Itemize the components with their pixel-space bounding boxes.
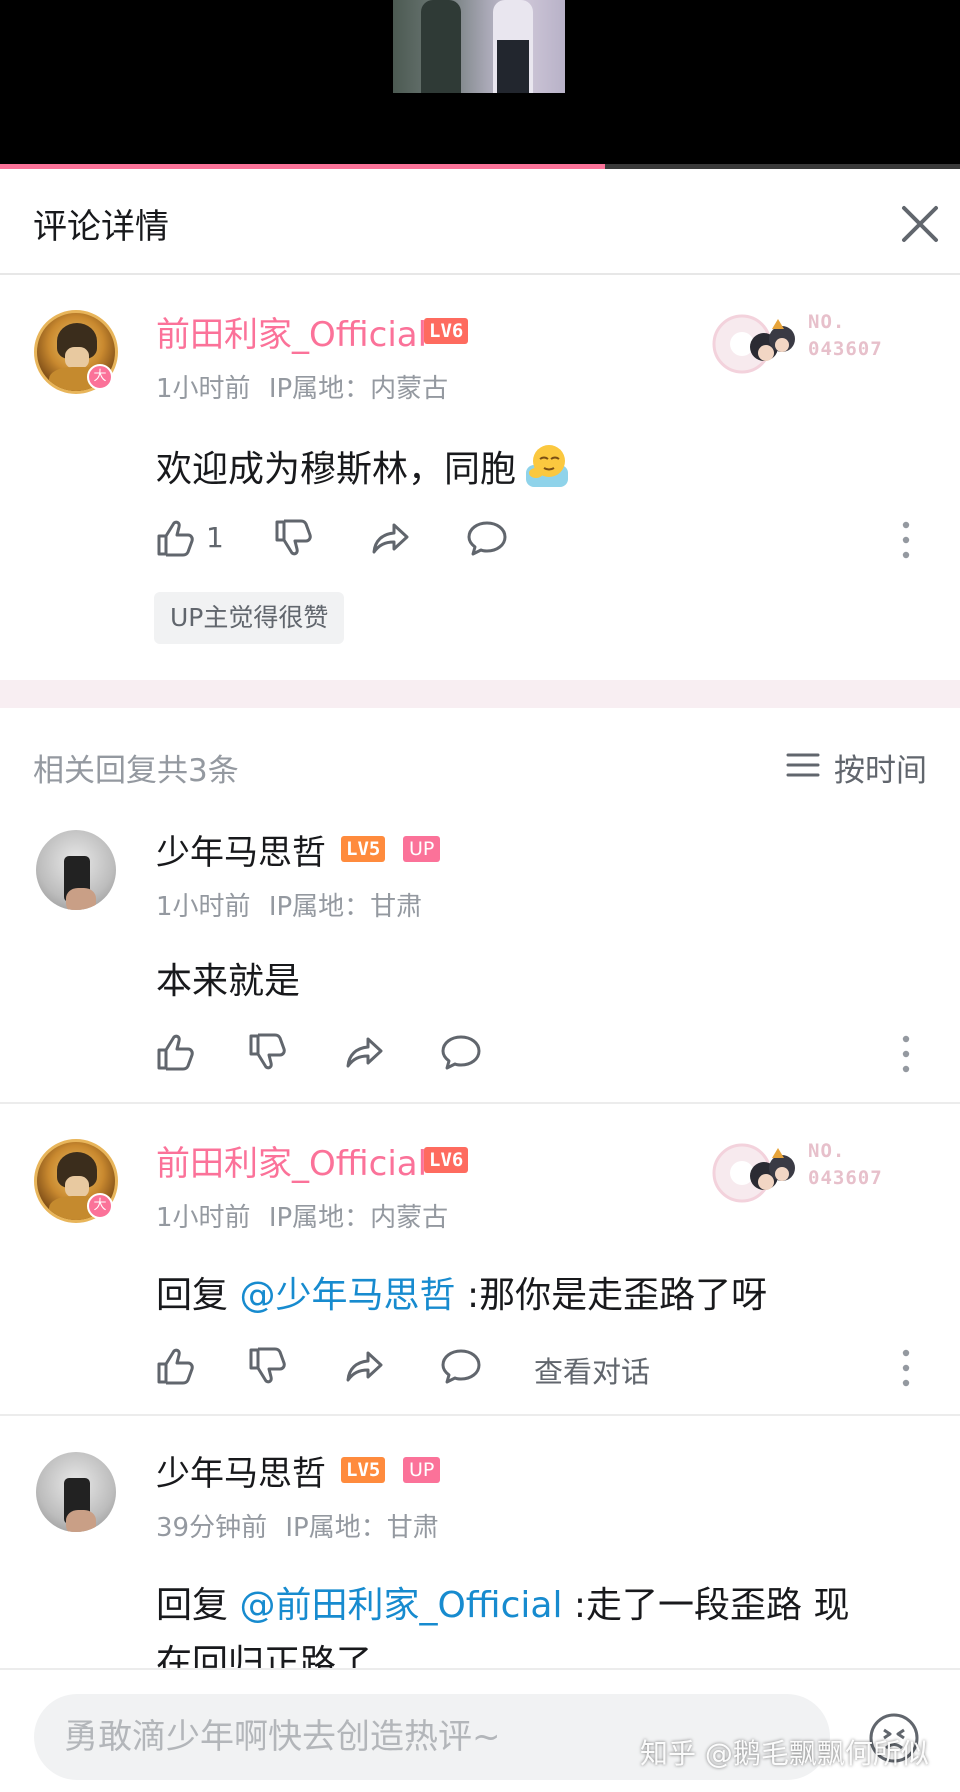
comment-icon bbox=[441, 1349, 481, 1384]
thumbs-down-icon bbox=[249, 1347, 286, 1384]
level-badge: LV5 bbox=[341, 1457, 386, 1483]
fan-number: NO. 043607 bbox=[808, 1138, 883, 1192]
share-icon bbox=[346, 1037, 383, 1068]
vip-badge: 大 bbox=[87, 364, 113, 390]
reply-item: 大 前田利家_Official LV6 1小时前 IP属地：内蒙古 NO. 04… bbox=[0, 1104, 960, 1414]
share-button[interactable] bbox=[344, 1345, 386, 1391]
comment-time: 1小时前 bbox=[156, 1203, 251, 1233]
comment-actions: 查看对话 bbox=[154, 1345, 674, 1391]
close-icon[interactable] bbox=[898, 202, 942, 246]
page-title: 评论详情 bbox=[33, 207, 169, 247]
ip-label: IP属地： bbox=[268, 892, 371, 922]
username[interactable]: 少年马思哲 bbox=[156, 825, 326, 874]
ip-location: 甘肃 bbox=[370, 892, 423, 922]
reply-item: 少年马思哲 LV5 UP 39分钟前 IP属地：甘肃 回复 @前田利家_Offi… bbox=[0, 1416, 960, 1668]
comment-detail-header: 评论详情 bbox=[0, 169, 960, 275]
video-player[interactable] bbox=[0, 0, 960, 169]
mention-link[interactable]: @少年马思哲 bbox=[239, 1275, 455, 1316]
share-button[interactable] bbox=[344, 1031, 386, 1077]
fan-number-value: 043607 bbox=[808, 338, 883, 360]
comment-text: 回复 @前田利家_Official :走了一段歪路 现 bbox=[156, 1576, 850, 1628]
comment-text-content: :走了一段歪路 现 bbox=[573, 1585, 850, 1626]
more-vertical-icon[interactable] bbox=[896, 1031, 916, 1077]
dislike-button[interactable] bbox=[246, 1345, 288, 1391]
comment-time: 1小时前 bbox=[156, 892, 251, 922]
comment-time: 39分钟前 bbox=[156, 1513, 268, 1543]
like-count: 1 bbox=[206, 521, 224, 554]
main-comment: 大 前田利家_Official LV6 1小时前 IP属地：内蒙古 NO. 04… bbox=[0, 275, 960, 680]
avatar[interactable] bbox=[36, 830, 116, 910]
reply-button[interactable] bbox=[440, 1345, 482, 1391]
ip-location: 内蒙古 bbox=[370, 374, 449, 404]
comment-text: 本来就是 bbox=[156, 961, 301, 1002]
like-button[interactable]: 1 bbox=[154, 517, 244, 563]
like-button[interactable] bbox=[154, 1345, 196, 1391]
share-icon bbox=[372, 523, 409, 554]
share-icon bbox=[346, 1351, 383, 1382]
vip-badge: 大 bbox=[87, 1193, 113, 1219]
fan-number-label: NO. bbox=[808, 1140, 846, 1162]
comment-actions bbox=[154, 1031, 554, 1077]
share-button[interactable] bbox=[370, 517, 412, 563]
reply-button[interactable] bbox=[440, 1031, 482, 1077]
comment-text-line2: 在回归正路了 bbox=[156, 1643, 373, 1668]
thumbs-up-icon bbox=[157, 1348, 194, 1385]
level-badge: LV6 bbox=[424, 1147, 469, 1173]
comment-actions: 1 bbox=[154, 517, 854, 563]
watermark: 知乎 @鹅毛飘飘何所似 bbox=[640, 1737, 929, 1770]
reply-prefix: 回复 bbox=[156, 1275, 229, 1316]
thumbs-down-icon bbox=[275, 519, 312, 556]
up-tag: UP bbox=[403, 836, 441, 862]
username[interactable]: 前田利家_Official bbox=[156, 1136, 427, 1185]
sort-label: 按时间 bbox=[834, 753, 927, 789]
ip-label: IP属地： bbox=[268, 374, 371, 404]
ip-location: 甘肃 bbox=[386, 1513, 439, 1543]
comment-meta: 1小时前 IP属地：内蒙古 bbox=[156, 1197, 448, 1234]
mention-link[interactable]: @前田利家_Official bbox=[239, 1585, 562, 1626]
view-conversation-button[interactable]: 查看对话 bbox=[534, 1349, 650, 1391]
fan-number-label: NO. bbox=[808, 311, 846, 333]
thumbs-down-icon bbox=[249, 1033, 286, 1070]
username[interactable]: 少年马思哲 bbox=[156, 1446, 326, 1495]
ip-label: IP属地： bbox=[268, 1203, 371, 1233]
comment-meta: 1小时前 IP属地：内蒙古 bbox=[156, 368, 448, 405]
thumbs-up-icon bbox=[157, 1034, 194, 1071]
fan-number: NO. 043607 bbox=[808, 309, 883, 363]
username[interactable]: 前田利家_Official bbox=[156, 307, 427, 356]
comment-icon bbox=[441, 1035, 481, 1070]
reply-prefix: 回复 bbox=[156, 1585, 229, 1626]
section-divider bbox=[0, 680, 960, 708]
level-badge: LV6 bbox=[424, 318, 469, 344]
fan-medal-icon[interactable] bbox=[712, 307, 802, 381]
like-button[interactable] bbox=[154, 1031, 196, 1077]
up-liked-chip: UP主觉得很赞 bbox=[154, 592, 345, 644]
comment-text-content: :那你是走歪路了呀 bbox=[466, 1275, 768, 1316]
comment-text-content: 欢迎成为穆斯林，同胞 bbox=[156, 449, 517, 490]
ip-location: 内蒙古 bbox=[370, 1203, 449, 1233]
dislike-button[interactable] bbox=[246, 1031, 288, 1077]
comment-icon bbox=[467, 521, 507, 556]
thumbs-up-icon bbox=[157, 520, 194, 557]
reply-button[interactable] bbox=[466, 517, 508, 563]
comment-meta: 1小时前 IP属地：甘肃 bbox=[156, 886, 422, 923]
comment-meta: 39分钟前 IP属地：甘肃 bbox=[156, 1507, 439, 1544]
comment-time: 1小时前 bbox=[156, 374, 251, 404]
comment-text: 欢迎成为穆斯林，同胞 bbox=[156, 440, 570, 492]
sort-list-icon bbox=[786, 753, 820, 777]
fan-number-value: 043607 bbox=[808, 1167, 883, 1189]
more-vertical-icon[interactable] bbox=[896, 517, 916, 563]
level-badge: LV5 bbox=[341, 836, 386, 862]
dislike-button[interactable] bbox=[272, 517, 314, 563]
reply-input-bar: 知乎 @鹅毛飘飘何所似 bbox=[0, 1668, 960, 1792]
hug-emoji-icon bbox=[526, 445, 569, 487]
video-frame bbox=[393, 0, 565, 93]
reply-item: 少年马思哲 LV5 UP 1小时前 IP属地：甘肃 本来就是 bbox=[0, 800, 960, 1102]
more-vertical-icon[interactable] bbox=[896, 1345, 916, 1391]
fan-medal-icon[interactable] bbox=[712, 1136, 802, 1210]
replies-count-title: 相关回复共3条 bbox=[33, 753, 239, 789]
avatar[interactable] bbox=[36, 1452, 116, 1532]
ip-label: IP属地： bbox=[285, 1513, 387, 1543]
comment-text: 回复 @少年马思哲 :那你是走歪路了呀 bbox=[156, 1266, 767, 1318]
up-tag: UP bbox=[403, 1457, 441, 1483]
